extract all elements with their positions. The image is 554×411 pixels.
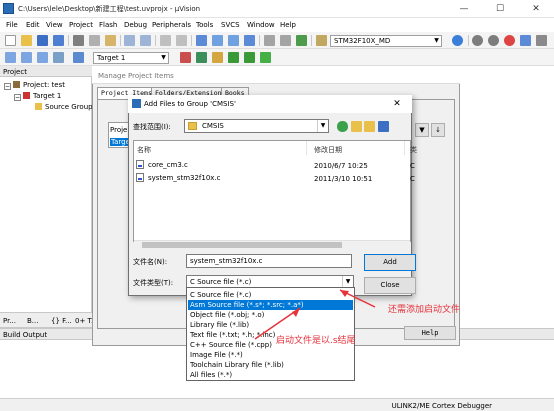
annotation-arrowhead-2 bbox=[292, 308, 300, 317]
annotation-arrows bbox=[254, 289, 376, 340]
annotation-note-s-extension: 启动文件是以.s结尾 bbox=[276, 336, 356, 346]
annotation-note-startup-file: 还需添加启动文件 bbox=[388, 305, 461, 315]
